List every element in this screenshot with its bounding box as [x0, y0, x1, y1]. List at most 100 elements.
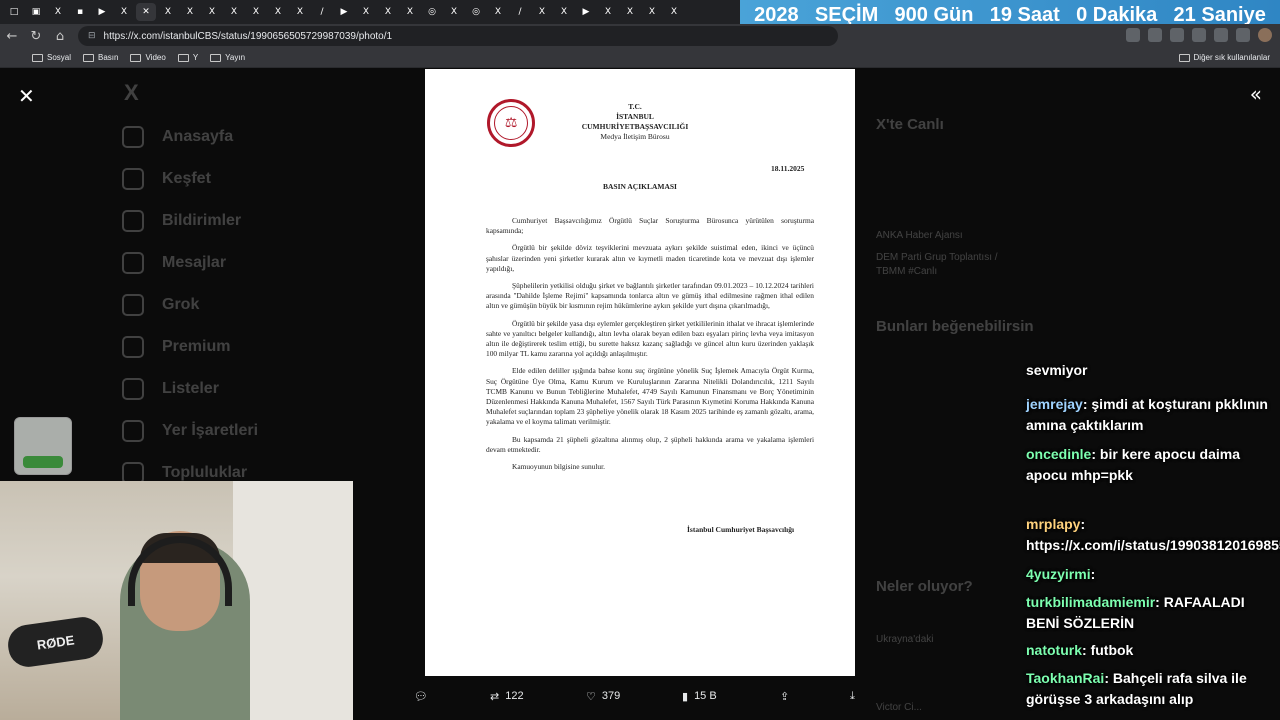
chat-text: futbok	[1090, 642, 1134, 658]
nav-label: Keşfet	[162, 170, 211, 187]
nav-label: Mesajlar	[162, 254, 227, 271]
background-section-title: Neler oluyor?	[876, 578, 973, 595]
tab-favicon-icon: X	[648, 7, 656, 17]
chat-username[interactable]: natoturk	[1026, 642, 1082, 658]
browser-tab[interactable]: X	[246, 3, 266, 21]
nav-label: Bildirimler	[162, 212, 242, 229]
share-button[interactable]: ⇪	[780, 690, 789, 703]
chat-username[interactable]: turkbilimadamiemir	[1026, 594, 1155, 610]
browser-tab[interactable]: X	[378, 3, 398, 21]
profile-avatar[interactable]	[1258, 28, 1272, 42]
extension-icon[interactable]	[1148, 28, 1162, 42]
press-release-image: ⚖ T.C. İSTANBUL CUMHURİYETBAŞSAVCILIĞI M…	[425, 69, 855, 676]
tab-favicon-icon: ▶	[340, 7, 348, 17]
chat-username[interactable]: 4yuzyirmi	[1026, 566, 1091, 582]
chat-message: oncedinle: bir kere apocu daima apocu mh…	[1026, 444, 1276, 486]
url-field[interactable]: ⊟ https://x.com/istanbulCBS/status/19906…	[78, 26, 838, 46]
like-button[interactable]: ♡ 379	[586, 690, 620, 703]
chat-separator: :	[1090, 566, 1096, 582]
browser-tab[interactable]: ◎	[466, 3, 486, 21]
chat-username[interactable]: oncedinle	[1026, 446, 1091, 462]
browser-tab[interactable]: ◎	[422, 3, 442, 21]
chat-username[interactable]: jemrejay	[1026, 396, 1083, 412]
share-icon: ⇪	[780, 689, 790, 703]
prosecutor-seal-icon: ⚖	[487, 99, 535, 147]
repost-icon: ⇄	[490, 689, 500, 703]
tab-favicon-icon: X	[296, 7, 304, 17]
browser-tab[interactable]: X	[158, 3, 178, 21]
nav-icon	[122, 126, 144, 148]
browser-tab[interactable]: X	[224, 3, 244, 21]
microphone: RØDE	[5, 614, 106, 670]
tab-favicon-icon: /	[320, 7, 324, 17]
browser-tab[interactable]: X	[356, 3, 376, 21]
repost-count: 122	[505, 690, 524, 702]
extension-icon[interactable]	[1170, 28, 1184, 42]
home-icon[interactable]: ⌂	[48, 29, 72, 44]
background-nav-item: Keşfet	[122, 168, 211, 190]
bookmark-folder[interactable]: Yayın	[210, 53, 245, 62]
browser-tab[interactable]: X	[532, 3, 552, 21]
tab-favicon-icon: ◎	[472, 7, 480, 17]
heart-icon: ♡	[586, 689, 596, 703]
browser-tab[interactable]: X	[620, 3, 640, 21]
collapse-panel-icon[interactable]: «	[1250, 82, 1262, 106]
background-line: Victor Ci...	[876, 702, 922, 713]
other-bookmarks[interactable]: Diğer sık kullanılanlar	[1178, 53, 1270, 62]
tab-favicon-icon: X	[186, 7, 194, 17]
folder-icon	[83, 53, 95, 62]
browser-tab[interactable]: /	[510, 3, 530, 21]
browser-tab[interactable]: ▶	[576, 3, 596, 21]
browser-tab[interactable]: ▶	[334, 3, 354, 21]
browser-tab[interactable]: /	[312, 3, 332, 21]
chat-separator: :	[1104, 670, 1113, 686]
browser-tab[interactable]: □	[4, 3, 24, 21]
browser-tab[interactable]: X	[598, 3, 618, 21]
browser-tab[interactable]: X	[488, 3, 508, 21]
chat-username[interactable]: TaokhanRai	[1026, 670, 1104, 686]
browser-tab[interactable]: X	[180, 3, 200, 21]
close-icon[interactable]: ✕	[18, 84, 35, 108]
bookmark-label: Video	[145, 53, 166, 62]
browser-tab[interactable]: X	[400, 3, 420, 21]
bookmark-folder[interactable]: Sosyal	[32, 53, 71, 62]
repost-button[interactable]: ⇄ 122	[490, 690, 524, 703]
extension-icon[interactable]	[1214, 28, 1228, 42]
browser-tab[interactable]: ▶	[92, 3, 112, 21]
background-nav-item: Yer İşaretleri	[122, 420, 258, 442]
extension-icon[interactable]	[1236, 28, 1250, 42]
browser-tab[interactable]: ▪	[70, 3, 90, 21]
bookmark-label: Sosyal	[47, 53, 72, 62]
reload-icon[interactable]: ↻	[24, 29, 48, 44]
browser-tab[interactable]: X	[444, 3, 464, 21]
extension-icon[interactable]	[1192, 28, 1206, 42]
browser-tab[interactable]: X	[268, 3, 288, 21]
browser-tab[interactable]: X	[642, 3, 662, 21]
views-button[interactable]: ▮ 15 B	[682, 690, 717, 703]
extension-icon[interactable]	[1126, 28, 1140, 42]
browser-tab[interactable]: X	[554, 3, 574, 21]
site-info-icon[interactable]: ⊟	[88, 31, 96, 41]
bookmark-folder[interactable]: Basın	[83, 53, 118, 62]
tab-favicon-icon: X	[208, 7, 216, 17]
browser-tab[interactable]: X	[114, 3, 134, 21]
chat-message: mrplapy: https://x.com/i/status/19903812…	[1026, 514, 1280, 556]
browser-tab[interactable]: ✕	[136, 3, 156, 21]
browser-tab[interactable]: X	[290, 3, 310, 21]
download-button[interactable]: ⤓	[850, 689, 855, 703]
browser-tab[interactable]: X	[48, 3, 68, 21]
bookmark-folder[interactable]: Y	[177, 53, 198, 62]
browser-tab[interactable]: X	[664, 3, 684, 21]
nav-label: Topluluklar	[162, 464, 248, 481]
browser-tab[interactable]: X	[202, 3, 222, 21]
back-icon[interactable]: ←	[0, 29, 24, 44]
tab-favicon-icon: ▶	[98, 7, 106, 17]
chat-message: sevmiyor	[1026, 360, 1276, 381]
folder-icon	[177, 53, 189, 62]
background-nav-item: Bildirimler	[122, 210, 241, 232]
bookmark-folder[interactable]: Video	[130, 53, 166, 62]
document-title: BASIN AÇIKLAMASI	[603, 182, 677, 191]
browser-tab[interactable]: ▣	[26, 3, 46, 21]
chat-username[interactable]: mrplapy	[1026, 516, 1080, 532]
reply-button[interactable]: 💬︎	[414, 690, 428, 703]
